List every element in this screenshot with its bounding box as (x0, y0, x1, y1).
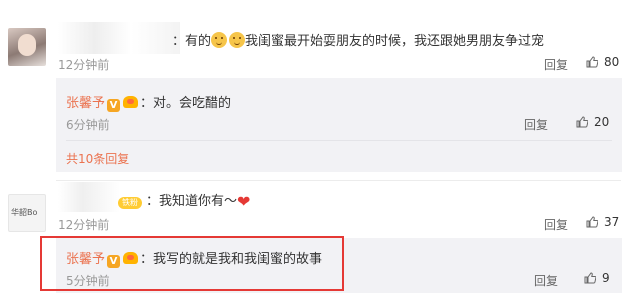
smile-emoji-icon (229, 32, 246, 48)
reply-2-reply-button[interactable]: 回复 (534, 272, 558, 289)
heart-emoji-icon: ❤ (237, 192, 251, 211)
smile-emoji-icon (211, 32, 228, 48)
comment-1-body: 我闺蜜最开始耍朋友的时候，我还跟她男朋友争过宠 (245, 34, 545, 49)
highlight-frame (40, 236, 344, 291)
thumb-up-icon (584, 272, 596, 284)
comment-1-text: ：有的 我闺蜜最开始耍朋友的时候，我还跟她男朋友争过宠 (172, 30, 544, 49)
comment-2-like-count: 37 (604, 215, 620, 229)
reply-1-divider (66, 140, 612, 141)
reply-2-like-count: 9 (602, 271, 610, 285)
thumb-up-icon (586, 56, 598, 68)
thumb-up-icon (586, 216, 598, 228)
avatar-commenter-2[interactable]: 华韶Bo (8, 194, 46, 232)
comment-1-prefix: ：有的 (172, 34, 212, 49)
fan-badge-icon: 铁粉 (118, 197, 142, 209)
reply-1-text: ：对。会吃醋的 (140, 96, 232, 111)
reply-1-box: 张馨予 V ：对。会吃醋的 6分钟前 回复 20 共10条回复 (56, 78, 622, 172)
reply-1-author[interactable]: 张馨予 (66, 96, 105, 111)
reply-1-reply-button[interactable]: 回复 (524, 116, 548, 133)
reply-1-like-count: 20 (594, 115, 610, 129)
reply-2-like-button[interactable]: 9 (584, 271, 610, 285)
comment-1-time: 12分钟前 (58, 58, 110, 72)
reply-1-like-button[interactable]: 20 (576, 115, 609, 129)
comment-1-like-count: 80 (604, 55, 620, 69)
comment-2-blurred-author (58, 182, 120, 212)
reply-1-time: 6分钟前 (66, 118, 110, 132)
comment-1-like-button[interactable]: 80 (586, 55, 619, 69)
verified-v-icon: V (107, 99, 121, 112)
avatar-2-text: 华韶Bo (11, 208, 38, 217)
crown-badge-icon (123, 96, 139, 108)
comment-1-blurred-author (58, 22, 180, 54)
comment-2-like-button[interactable]: 37 (586, 215, 619, 229)
comment-divider (56, 180, 621, 181)
more-replies-link[interactable]: 共10条回复 (66, 150, 129, 167)
comment-2-text: ：我知道你有～ (146, 194, 238, 209)
thumb-up-icon (576, 116, 588, 128)
comment-2-time: 12分钟前 (58, 218, 110, 232)
comment-1-reply-button[interactable]: 回复 (544, 56, 568, 73)
comment-2-line: 铁粉 ：我知道你有～❤ (118, 190, 250, 211)
comment-2-reply-button[interactable]: 回复 (544, 216, 568, 233)
avatar-commenter-1[interactable] (8, 28, 46, 66)
reply-1-line: 张馨予 V ：对。会吃醋的 (66, 92, 231, 112)
